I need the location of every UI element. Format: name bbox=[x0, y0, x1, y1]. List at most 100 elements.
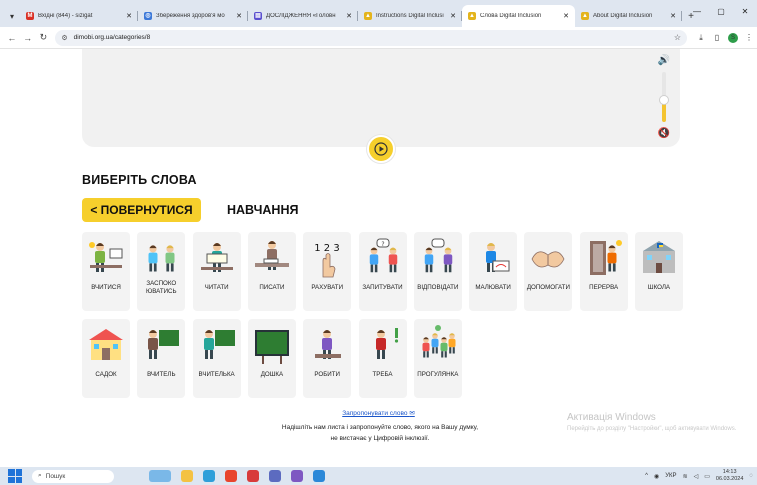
word-label: ЗАПИТУВАТИ bbox=[362, 284, 403, 291]
volume-slider-knob[interactable] bbox=[659, 94, 669, 105]
file-explorer-icon[interactable] bbox=[181, 470, 193, 482]
word-pictogram bbox=[418, 324, 458, 366]
word-card[interactable]: САДОК bbox=[82, 319, 130, 398]
browser-tab[interactable]: M Вхідні (844) - sizigat ✕ bbox=[20, 5, 138, 27]
teams-icon[interactable] bbox=[269, 470, 281, 482]
word-card[interactable]: ВІДПОВІДАТИ bbox=[413, 232, 462, 311]
office-icon[interactable] bbox=[247, 470, 259, 482]
forward-arrow-icon[interactable]: → bbox=[20, 33, 36, 43]
word-pictogram bbox=[141, 324, 181, 366]
word-pictogram bbox=[363, 324, 403, 366]
suggest-word-link-text[interactable]: Запропонувати слово bbox=[342, 410, 407, 417]
browser-tab[interactable]: ◎ Збереження здоров'я мо ✕ bbox=[138, 5, 248, 27]
download-icon[interactable]: ⤓ bbox=[693, 33, 709, 43]
word-card[interactable]: МАЛЮВАТИ bbox=[469, 232, 518, 311]
weather-widget-icon[interactable] bbox=[149, 470, 171, 482]
tab-title: Вхідні (844) - sizigat bbox=[38, 13, 93, 19]
word-card[interactable]: ? ЗАПИТУВАТИ bbox=[358, 232, 407, 311]
word-card[interactable]: ВЧИТЕЛЬ bbox=[137, 319, 186, 398]
site-info-icon[interactable]: ⚙ bbox=[61, 34, 67, 42]
chrome-icon[interactable] bbox=[225, 470, 237, 482]
word-card[interactable]: 1 2 3 РАХУВАТИ bbox=[303, 232, 352, 311]
tab-title: ДОСЛІДЖЕННЯ «Головн bbox=[266, 13, 336, 19]
bookmark-star-icon[interactable]: ☆ bbox=[674, 33, 681, 42]
word-card[interactable]: ПЕРЕРВА bbox=[579, 232, 628, 311]
word-label: ПИСАТИ bbox=[259, 284, 285, 291]
back-button[interactable]: < ПОВЕРНУТИСЯ bbox=[82, 198, 201, 222]
edge-icon[interactable] bbox=[203, 470, 215, 482]
mail-icon: ✉ bbox=[409, 410, 415, 417]
back-arrow-icon[interactable]: ← bbox=[4, 33, 20, 43]
word-label: ДОПОМОГАТИ bbox=[526, 284, 570, 291]
sound-icon[interactable]: ◁ bbox=[694, 473, 699, 480]
tab-close-icon[interactable]: ✕ bbox=[126, 12, 132, 20]
tab-title: About Digital Inclusion bbox=[593, 13, 653, 19]
tab-close-icon[interactable]: ✕ bbox=[450, 12, 456, 20]
word-card[interactable]: ДОПОМОГАТИ bbox=[524, 232, 573, 311]
tab-close-icon[interactable]: ✕ bbox=[236, 12, 242, 20]
sidebar-icon[interactable]: ▯ bbox=[709, 33, 725, 42]
mute-icon[interactable]: 🔇 bbox=[657, 128, 671, 139]
word-label: ПЕРЕРВА bbox=[589, 284, 619, 291]
tray-app-icon[interactable]: ◉ bbox=[654, 473, 659, 480]
word-pictogram: ? bbox=[363, 237, 403, 279]
tab-favicon-icon: ◎ bbox=[144, 12, 152, 20]
notifications-icon[interactable]: ◌ bbox=[749, 473, 753, 479]
word-card[interactable]: ВЧИТЕЛЬКА bbox=[192, 319, 241, 398]
viber-icon[interactable] bbox=[291, 470, 303, 482]
tab-close-icon[interactable]: ✕ bbox=[346, 12, 352, 20]
close-window-icon[interactable]: ✕ bbox=[733, 0, 757, 22]
word-card[interactable]: ЗАСПОКО ЮВАТИСЬ bbox=[137, 232, 186, 311]
word-label: ПРОГУЛЯНКА bbox=[417, 371, 459, 378]
word-card[interactable]: ДОШКА bbox=[247, 319, 296, 398]
wifi-icon[interactable]: ≋ bbox=[683, 473, 688, 480]
word-pictogram: 1 2 3 bbox=[307, 237, 347, 279]
word-card[interactable]: ВЧИТИСЯ bbox=[82, 232, 130, 311]
windows-start-icon[interactable] bbox=[8, 469, 22, 483]
word-icon[interactable] bbox=[313, 470, 325, 482]
word-label: РОБИТИ bbox=[314, 371, 340, 378]
tab-search-icon[interactable]: ▾ bbox=[4, 5, 20, 27]
taskbar-search[interactable]: ⌕ Пошук bbox=[32, 469, 114, 483]
word-pictogram bbox=[418, 237, 458, 279]
word-pictogram bbox=[86, 237, 126, 279]
word-card[interactable]: ЧИТАТИ bbox=[192, 232, 241, 311]
word-label: ВЧИТЕЛЬКА bbox=[198, 371, 235, 378]
word-label: ЗАСПОКО ЮВАТИСЬ bbox=[146, 280, 177, 295]
word-label: ВЧИТИСЯ bbox=[91, 284, 121, 291]
word-pictogram bbox=[528, 237, 568, 279]
tab-close-icon[interactable]: ✕ bbox=[670, 12, 676, 20]
play-icon bbox=[374, 142, 388, 156]
word-card[interactable]: РОБИТИ bbox=[303, 319, 352, 398]
battery-icon[interactable]: ▭ bbox=[704, 473, 710, 480]
tab-favicon-icon: ▤ bbox=[254, 12, 262, 20]
tab-close-icon[interactable]: ✕ bbox=[563, 12, 569, 20]
browser-tab[interactable]: ▤ ДОСЛІДЖЕННЯ «Головн ✕ bbox=[248, 5, 358, 27]
reload-icon[interactable]: ↻ bbox=[36, 32, 52, 43]
browser-tab[interactable]: ▲ Слова Digital Inclusion ✕ bbox=[462, 5, 575, 27]
word-card[interactable]: ПРОГУЛЯНКА bbox=[413, 319, 462, 398]
minimize-icon[interactable]: — bbox=[685, 0, 709, 22]
browser-tab[interactable]: ▲ Instructions Digital Inclusi ✕ bbox=[358, 5, 462, 27]
play-button[interactable] bbox=[367, 135, 395, 163]
profile-avatar[interactable]: S bbox=[727, 32, 738, 43]
system-tray: ^ ◉ УКР ≋ ◁ ▭ 14:13 06.03.2024 ◌ bbox=[639, 467, 753, 485]
menu-dots-icon[interactable]: ⋮ bbox=[741, 33, 757, 42]
language-indicator[interactable]: УКР bbox=[665, 473, 676, 479]
word-pictogram bbox=[473, 237, 513, 279]
word-card[interactable]: ШКОЛА bbox=[635, 232, 683, 311]
address-bar[interactable]: ⚙ dimobi.org.ua/categories/8 ☆ bbox=[55, 29, 687, 46]
clock[interactable]: 14:13 06.03.2024 bbox=[716, 469, 744, 483]
maximize-icon[interactable]: ▢ bbox=[709, 0, 733, 22]
volume-slider[interactable] bbox=[659, 72, 669, 122]
word-label: ВІДПОВІДАТИ bbox=[417, 284, 459, 291]
word-card[interactable]: ПИСАТИ bbox=[247, 232, 296, 311]
browser-tab[interactable]: ▲ About Digital Inclusion ✕ bbox=[575, 5, 682, 27]
volume-icon[interactable]: 🔊 bbox=[657, 55, 671, 66]
tab-title: Збереження здоров'я мо bbox=[156, 13, 225, 19]
tray-chevron-icon[interactable]: ^ bbox=[645, 473, 648, 479]
windows-activation-watermark: Активація Windows Перейдіть до розділу "… bbox=[567, 412, 747, 434]
word-card[interactable]: ТРЕБА bbox=[358, 319, 407, 398]
watermark-subtitle: Перейдіть до розділу "Настройки", щоб ак… bbox=[567, 426, 737, 432]
clock-date: 06.03.2024 bbox=[715, 476, 744, 482]
